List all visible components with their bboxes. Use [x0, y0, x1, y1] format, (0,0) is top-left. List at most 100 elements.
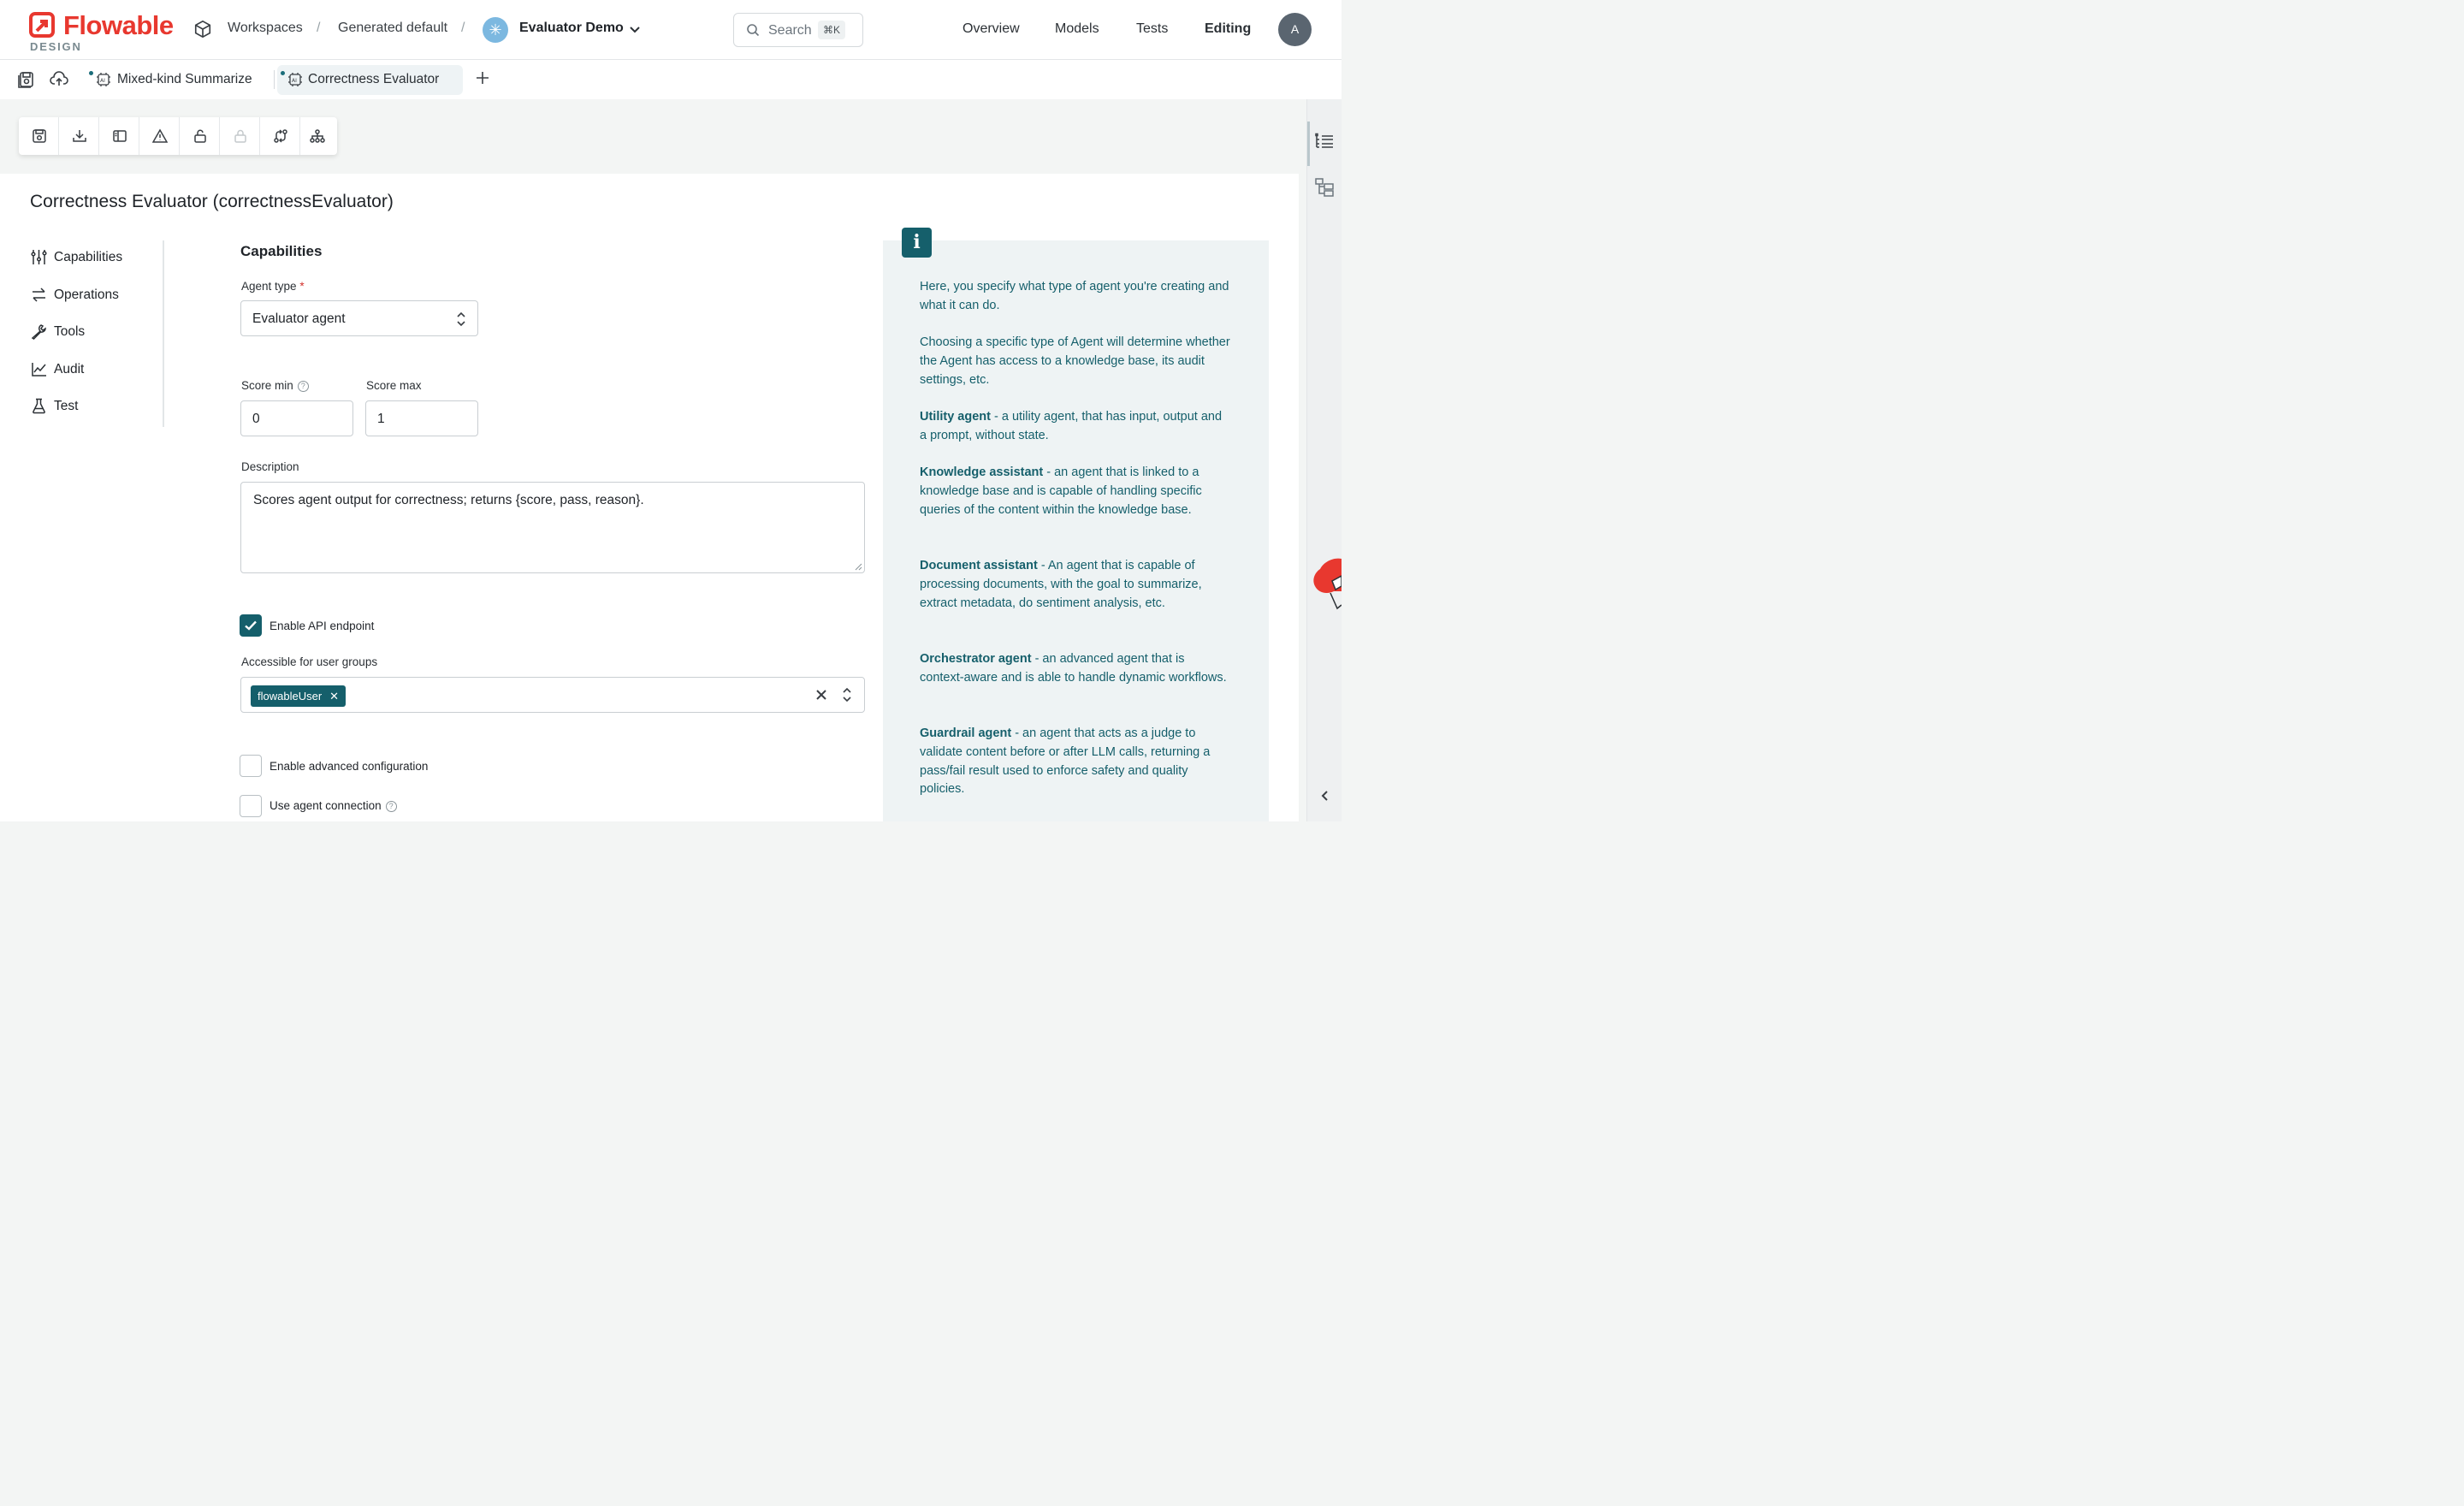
breadcrumb-separator: /: [317, 21, 321, 35]
agent-type-label: Agent type *: [241, 280, 305, 293]
advanced-config-label: Enable advanced configuration: [270, 760, 429, 773]
clear-icon[interactable]: [816, 690, 826, 700]
enable-api-checkbox[interactable]: [240, 614, 262, 637]
score-min-label: Score min?: [241, 379, 309, 392]
chip-remove-icon[interactable]: ✕: [329, 685, 339, 707]
user-groups-multiselect[interactable]: flowableUser ✕: [240, 677, 865, 713]
add-tab-icon[interactable]: [474, 69, 491, 86]
section-title: Capabilities: [240, 243, 323, 259]
logo-wordmark: Flowable: [63, 10, 174, 40]
ai-chip-icon: AI: [97, 73, 110, 86]
hierarchy-button[interactable]: [297, 117, 337, 155]
download-button[interactable]: [59, 117, 99, 155]
enable-api-label: Enable API endpoint: [270, 620, 375, 632]
description-value: Scores agent output for correctness; ret…: [253, 493, 644, 507]
sitemap-icon: [310, 129, 325, 143]
score-max-value: 1: [377, 412, 385, 426]
assistant-mascot-icon[interactable]: [1312, 557, 1342, 612]
agent-connection-label: Use agent connection?: [270, 799, 397, 812]
user-avatar[interactable]: A: [1278, 13, 1312, 46]
search-icon: [747, 24, 760, 37]
breadcrumb-generated-default[interactable]: Generated default: [338, 21, 447, 36]
layout-tree-icon[interactable]: [1314, 177, 1335, 198]
info-intro: Here, you specify what type of agent you…: [920, 280, 1229, 312]
nav-models[interactable]: Models: [1055, 21, 1099, 37]
wrench-icon: [31, 324, 46, 340]
select-arrows-icon: [457, 311, 465, 327]
score-min-value: 0: [252, 412, 260, 426]
help-icon: ?: [385, 801, 397, 812]
info-orchestrator-agent: Orchestrator agent - an advanced agent t…: [920, 652, 1227, 685]
editor-tab-bar: AI Mixed-kind Summarize AI Correctness E…: [0, 60, 1342, 99]
warning-icon: [152, 128, 168, 143]
nav-editing[interactable]: Editing: [1205, 21, 1251, 37]
unlock-button[interactable]: [180, 117, 220, 155]
editor-content: Correctness Evaluator (correctnessEvalua…: [0, 174, 1299, 821]
svg-text:AI: AI: [100, 78, 105, 84]
info-icon: i: [902, 228, 932, 258]
description-textarea[interactable]: Scores agent output for correctness; ret…: [240, 482, 865, 573]
user-group-chip: flowableUser ✕: [251, 685, 346, 707]
sidebar-item-label: Audit: [54, 362, 85, 376]
ai-chip-icon: AI: [288, 73, 302, 86]
chevron-down-icon[interactable]: [628, 22, 642, 36]
nav-overview[interactable]: Overview: [962, 21, 1020, 37]
line-chart-icon: [32, 363, 46, 376]
info-utility-agent: Utility agent - a utility agent, that ha…: [920, 410, 1223, 442]
score-min-input[interactable]: 0: [240, 400, 353, 436]
lock-icon: [234, 129, 246, 143]
compare-button[interactable]: [260, 117, 300, 155]
chevron-left-icon[interactable]: [1318, 789, 1331, 803]
tab-mixed-kind-summarize[interactable]: AI Mixed-kind Summarize: [86, 65, 265, 95]
save-button[interactable]: [19, 117, 59, 155]
save-all-icon[interactable]: [17, 70, 36, 89]
validate-button[interactable]: [139, 117, 180, 155]
svg-text:AI: AI: [292, 78, 297, 84]
search-placeholder: Search: [768, 23, 812, 38]
editor-toolbar: [19, 117, 337, 155]
top-header: Flowable DESIGN Workspaces / Generated d…: [0, 0, 1342, 60]
description-label: Description: [241, 460, 299, 473]
sidebar-item-label: Tools: [54, 324, 86, 339]
select-arrows-icon[interactable]: [842, 686, 852, 703]
search-box[interactable]: Search ⌘K: [733, 13, 863, 47]
git-compare-icon: [274, 129, 287, 143]
cloud-upload-icon[interactable]: [50, 70, 68, 89]
tab-correctness-evaluator[interactable]: AI Correctness Evaluator: [277, 65, 463, 95]
agent-type-value: Evaluator agent: [252, 311, 346, 326]
breadcrumb-workspaces[interactable]: Workspaces: [228, 21, 303, 36]
required-marker: *: [299, 280, 305, 293]
resize-handle-icon[interactable]: [855, 563, 862, 571]
advanced-config-checkbox[interactable]: [240, 755, 262, 777]
download-icon: [73, 130, 86, 142]
unsaved-dot: [281, 71, 285, 75]
toggle-panel-button[interactable]: [99, 117, 139, 155]
info-document-assistant: Document assistant - An agent that is ca…: [920, 559, 1202, 610]
tab-label: Correctness Evaluator: [308, 72, 440, 86]
rail-active-indicator: [1307, 122, 1310, 166]
info-knowledge-assistant: Knowledge assistant - an agent that is l…: [920, 465, 1202, 517]
arrows-exchange-icon: [33, 288, 45, 302]
outline-tree-icon[interactable]: [1314, 133, 1335, 153]
breadcrumb-app-name[interactable]: Evaluator Demo: [519, 21, 624, 36]
sidebar-item-label: Capabilities: [54, 250, 123, 264]
unsaved-dot: [89, 71, 93, 75]
checkmark-icon: [245, 620, 257, 631]
sidebar-panel-icon: [113, 130, 127, 142]
agent-type-select[interactable]: Evaluator agent: [240, 300, 478, 336]
nav-tests[interactable]: Tests: [1136, 21, 1168, 37]
help-icon: ?: [297, 381, 309, 392]
breadcrumb-separator: /: [461, 21, 465, 35]
unlock-icon: [194, 129, 206, 143]
sidebar-item-label: Operations: [54, 288, 119, 302]
info-panel: Here, you specify what type of agent you…: [883, 240, 1269, 821]
logo-subtitle: DESIGN: [30, 40, 82, 53]
user-groups-label: Accessible for user groups: [241, 655, 378, 668]
flowable-logo-icon: [29, 12, 55, 38]
score-max-input[interactable]: 1: [365, 400, 478, 436]
chip-label: flowableUser: [258, 690, 323, 703]
info-choosing: Choosing a specific type of Agent will d…: [920, 335, 1230, 387]
agent-connection-checkbox[interactable]: [240, 795, 262, 817]
sliders-icon: [31, 250, 47, 264]
lock-button: [220, 117, 260, 155]
